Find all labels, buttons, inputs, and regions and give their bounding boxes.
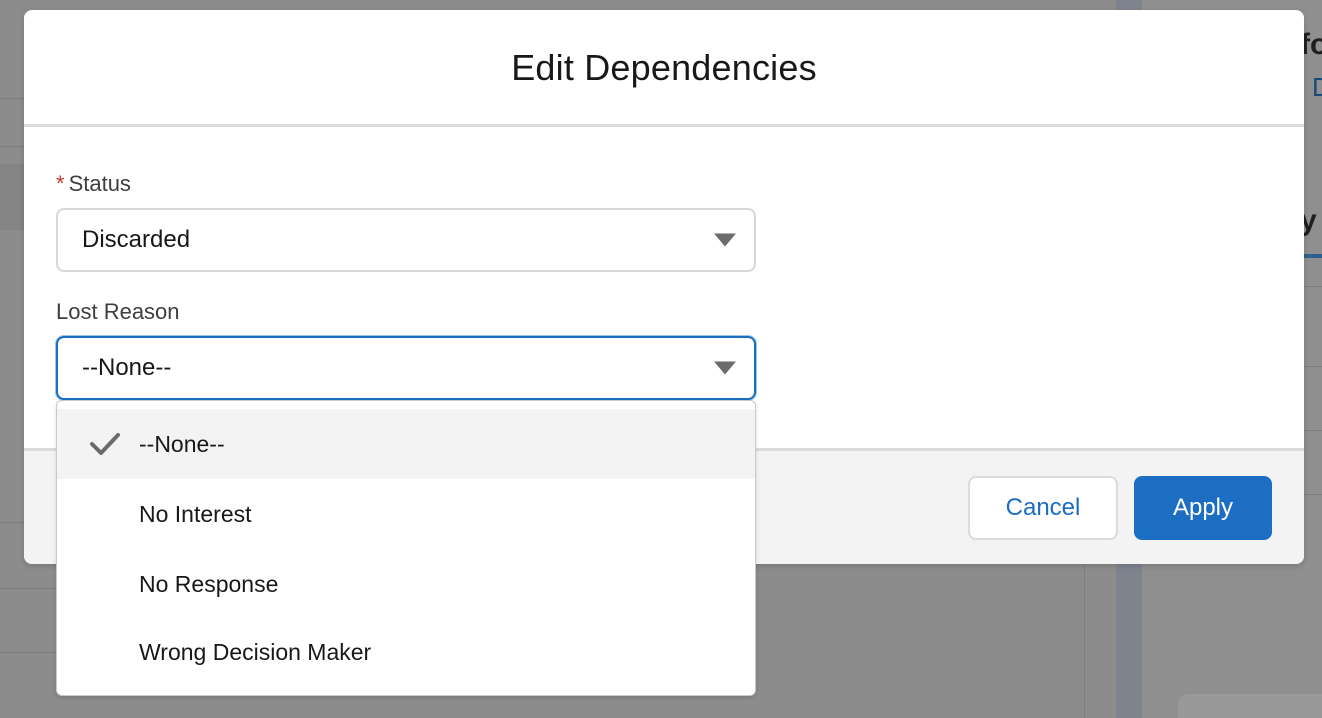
- listbox-option-label: Wrong Decision Maker: [139, 638, 372, 665]
- status-combobox[interactable]: Discarded: [56, 208, 756, 272]
- listbox-option-no-response[interactable]: No Response: [57, 549, 755, 619]
- status-field-label: * Status: [56, 171, 131, 197]
- modal-header: Edit Dependencies: [24, 10, 1304, 127]
- required-indicator: *: [56, 171, 65, 196]
- cancel-button[interactable]: Cancel: [968, 476, 1118, 540]
- lost-reason-combobox-value: --None--: [82, 354, 172, 381]
- modal-body: * Status Discarded Lost Reason --None--: [24, 127, 1304, 447]
- modal-title: Edit Dependencies: [511, 47, 817, 88]
- background-divider: [0, 652, 56, 653]
- background-divider: [0, 522, 24, 523]
- background-divider: [0, 146, 24, 147]
- background-block: [0, 164, 24, 230]
- apply-button[interactable]: Apply: [1134, 476, 1272, 540]
- background-divider: [1084, 564, 1085, 718]
- chevron-down-icon: [714, 361, 736, 375]
- lost-reason-listbox: --None-- No Interest No Response Wrong D…: [56, 400, 756, 696]
- check-icon: [89, 428, 121, 460]
- background-tab-indicator: [1302, 254, 1322, 258]
- listbox-option-none[interactable]: --None--: [57, 409, 755, 479]
- lost-reason-field-label: Lost Reason: [56, 299, 180, 324]
- listbox-option-no-interest[interactable]: No Interest: [57, 479, 755, 549]
- background-link-fragment: D: [1312, 72, 1322, 102]
- status-label-text: Status: [68, 171, 131, 196]
- background-chip: [1178, 694, 1322, 718]
- background-divider: [0, 98, 24, 99]
- background-divider: [1304, 286, 1322, 287]
- chevron-down-icon: [714, 233, 736, 247]
- status-combobox-value: Discarded: [82, 226, 191, 253]
- background-divider: [0, 588, 56, 589]
- lost-reason-combobox[interactable]: --None--: [56, 336, 756, 400]
- background-divider: [1304, 366, 1322, 367]
- background-divider: [1304, 430, 1322, 431]
- listbox-option-label: No Response: [139, 570, 279, 597]
- listbox-option-wrong-decision-maker[interactable]: Wrong Decision Maker: [57, 617, 755, 687]
- listbox-option-label: No Interest: [139, 500, 252, 527]
- background-divider: [1304, 494, 1322, 495]
- listbox-option-label: --None--: [139, 430, 225, 457]
